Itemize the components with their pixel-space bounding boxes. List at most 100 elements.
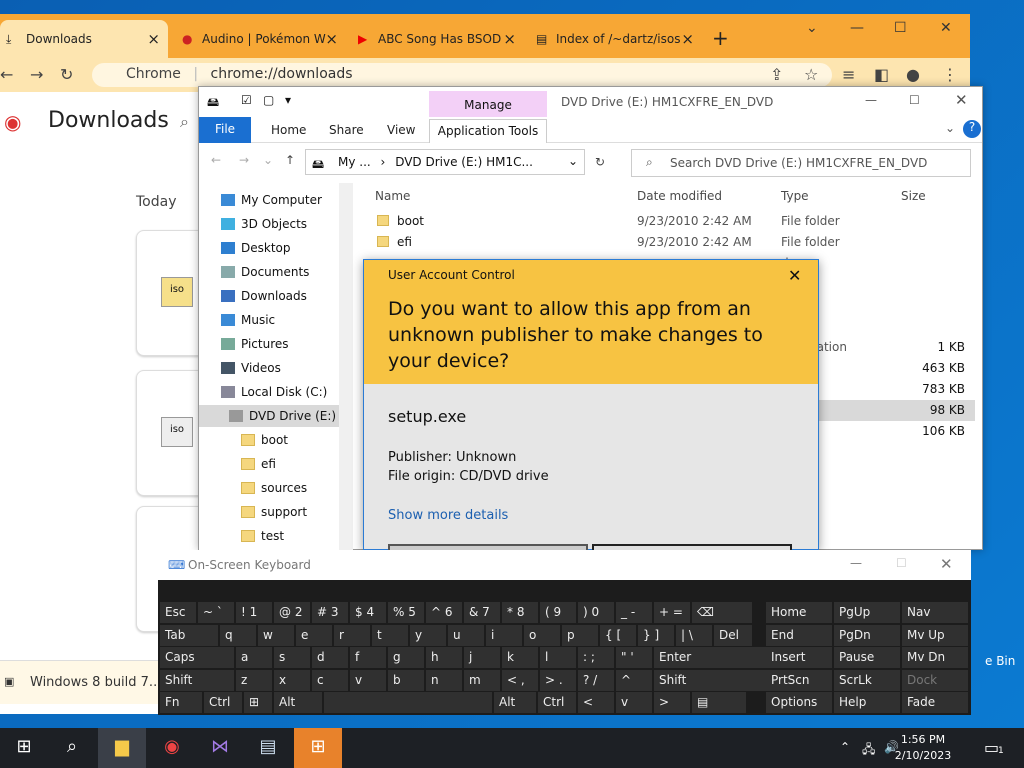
breadcrumb-part[interactable]: DVD Drive (E:) HM1C...: [395, 155, 533, 169]
tab-view[interactable]: View: [387, 123, 415, 137]
breadcrumb-part[interactable]: My ...: [338, 155, 371, 169]
key[interactable]: n: [426, 669, 462, 691]
notification-icon[interactable]: ▭: [984, 738, 999, 757]
menu-icon[interactable]: ⋮: [942, 65, 958, 84]
nav-key[interactable]: Options: [766, 692, 832, 713]
key[interactable]: y: [410, 624, 446, 646]
key[interactable]: l: [540, 647, 576, 668]
close-window-icon[interactable]: ✕: [940, 20, 952, 36]
download-card[interactable]: iso: [136, 370, 206, 496]
key[interactable]: z: [236, 669, 272, 691]
key[interactable]: Ctrl: [204, 692, 242, 713]
key[interactable]: > .: [540, 669, 576, 691]
key[interactable]: p: [562, 624, 598, 646]
column-type[interactable]: Type: [781, 189, 809, 203]
file-row[interactable]: boot 9/23/2010 2:42 AM File folder: [375, 211, 975, 232]
tab-application-tools[interactable]: Application Tools: [429, 119, 547, 143]
key[interactable]: ( 9: [540, 602, 576, 623]
back-icon[interactable]: ←: [0, 65, 13, 84]
profile-icon[interactable]: ●: [906, 65, 920, 84]
file-explorer-icon[interactable]: ▆: [98, 728, 146, 768]
close-window-icon[interactable]: ✕: [940, 555, 953, 573]
key[interactable]: h: [426, 647, 462, 668]
reload-icon[interactable]: ↻: [60, 65, 73, 84]
key[interactable]: ⌫: [692, 602, 752, 623]
nav-key[interactable]: Home: [766, 602, 832, 623]
qat-dropdown-icon[interactable]: ▾: [285, 93, 291, 107]
tab-abc-song[interactable]: ▶ ABC Song Has BSOD ×: [352, 20, 524, 58]
key[interactable]: d: [312, 647, 348, 668]
key[interactable]: k: [502, 647, 538, 668]
key[interactable]: " ': [616, 647, 652, 668]
key[interactable]: $ 4: [350, 602, 386, 623]
column-name[interactable]: Name: [375, 189, 410, 203]
side-panel-icon[interactable]: ◧: [874, 65, 889, 84]
key[interactable]: ▤: [692, 692, 746, 713]
nav-key[interactable]: PgUp: [834, 602, 900, 623]
close-icon[interactable]: ✕: [788, 266, 801, 285]
minimize-icon[interactable]: —: [850, 556, 862, 570]
start-icon[interactable]: ⊞: [12, 736, 36, 760]
key[interactable]: <: [578, 692, 614, 713]
column-date[interactable]: Date modified: [637, 189, 722, 203]
new-folder-icon[interactable]: ▢: [263, 93, 274, 107]
key[interactable]: j: [464, 647, 500, 668]
key[interactable]: m: [464, 669, 500, 691]
key[interactable]: ⊞: [244, 692, 272, 713]
key[interactable]: } ]: [638, 624, 674, 646]
show-more-details-link[interactable]: Show more details: [388, 508, 508, 523]
key[interactable]: t: [372, 624, 408, 646]
nav-key[interactable]: PrtScn: [766, 669, 832, 691]
nav-key[interactable]: Dock: [902, 669, 968, 691]
tree-item[interactable]: Desktop: [221, 237, 291, 259]
key[interactable]: : ;: [578, 647, 614, 668]
refresh-icon[interactable]: ↻: [595, 155, 605, 169]
tree-scrollbar[interactable]: [339, 183, 353, 551]
tab-file[interactable]: File: [199, 117, 251, 143]
nav-key[interactable]: Mv Dn: [902, 647, 968, 668]
key[interactable]: Enter: [654, 647, 784, 668]
nav-key[interactable]: Fade: [902, 692, 968, 713]
key[interactable]: e: [296, 624, 332, 646]
key[interactable]: ) 0: [578, 602, 614, 623]
key[interactable]: % 5: [388, 602, 424, 623]
reading-list-icon[interactable]: ≡: [842, 65, 855, 84]
nav-key[interactable]: Pause: [834, 647, 900, 668]
key[interactable]: ^ 6: [426, 602, 462, 623]
key[interactable]: _ -: [616, 602, 652, 623]
tree-item[interactable]: efi: [241, 453, 276, 475]
close-icon[interactable]: ×: [325, 30, 338, 48]
clock[interactable]: 1:56 PM 2/10/2023: [878, 732, 968, 764]
close-icon[interactable]: ×: [147, 30, 160, 48]
tab-downloads[interactable]: ⤓ Downloads ×: [0, 20, 168, 58]
nav-key[interactable]: Mv Up: [902, 624, 968, 646]
key[interactable]: & 7: [464, 602, 500, 623]
key[interactable]: o: [524, 624, 560, 646]
key[interactable]: >: [654, 692, 690, 713]
maximize-icon[interactable]: ☐: [909, 93, 920, 107]
tab-index-isos[interactable]: ▤ Index of /~dartz/isos ×: [530, 20, 702, 58]
breadcrumb[interactable]: 🖴 My ... › DVD Drive (E:) HM1C... ⌄: [305, 149, 585, 175]
key[interactable]: * 8: [502, 602, 538, 623]
bookmark-star-icon[interactable]: ☆: [804, 65, 818, 84]
key[interactable]: Esc: [160, 602, 196, 623]
tree-item[interactable]: Downloads: [221, 285, 307, 307]
recycle-bin-label[interactable]: e Bin: [985, 654, 1024, 668]
nav-key[interactable]: PgDn: [834, 624, 900, 646]
key[interactable]: Tab: [160, 624, 218, 646]
minimize-icon[interactable]: —: [850, 20, 864, 36]
setup-icon[interactable]: ⊞: [294, 728, 342, 768]
tab-share[interactable]: Share: [329, 123, 364, 137]
visual-studio-icon[interactable]: ⋈: [208, 736, 232, 760]
key[interactable]: v: [350, 669, 386, 691]
close-window-icon[interactable]: ✕: [955, 91, 968, 109]
new-tab-icon[interactable]: +: [712, 26, 729, 50]
key[interactable]: r: [334, 624, 370, 646]
key[interactable]: Ctrl: [538, 692, 576, 713]
key[interactable]: @ 2: [274, 602, 310, 623]
tree-item[interactable]: 3D Objects: [221, 213, 307, 235]
search-icon[interactable]: ⌕: [60, 736, 84, 760]
tab-home[interactable]: Home: [271, 123, 306, 137]
tab-search-icon[interactable]: ⌄: [806, 20, 818, 36]
close-icon[interactable]: ×: [503, 30, 516, 48]
